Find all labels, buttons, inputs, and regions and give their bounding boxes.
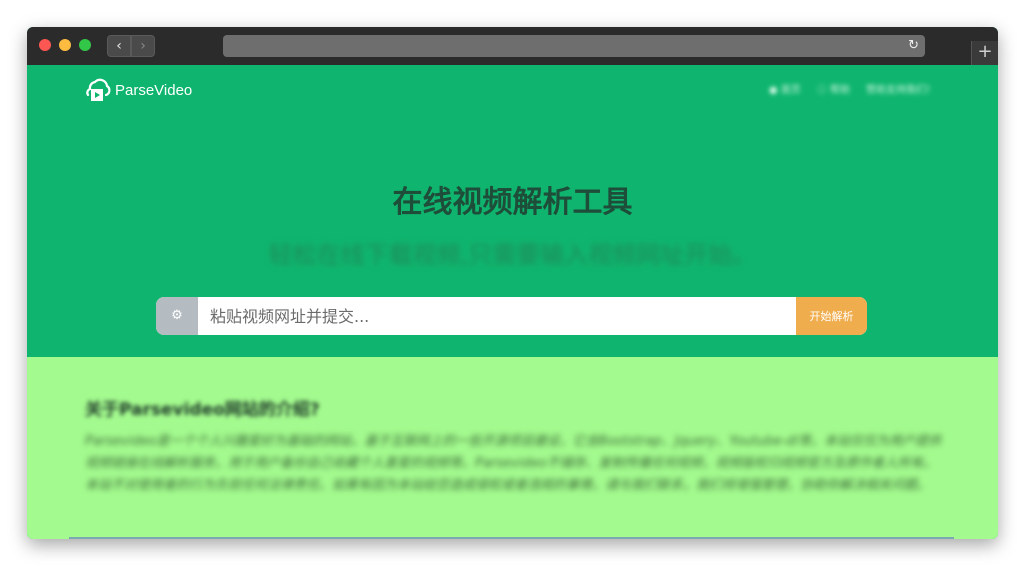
page-title: 在线视频解析工具 bbox=[392, 185, 633, 220]
about-paragraph: Parsevideo是一个个人兴趣爱好为基础的网站，基于互联网上的一些开源项目建… bbox=[85, 434, 941, 493]
nav-item-donate[interactable]: 赞助支持我们！ bbox=[866, 81, 936, 96]
nav-item-home[interactable]: ● 首页 bbox=[769, 81, 801, 96]
search-addon: ⚙ bbox=[156, 297, 198, 335]
address-bar[interactable]: ↻ bbox=[223, 35, 925, 57]
url-search-bar: ⚙ 开始解析 bbox=[156, 297, 867, 335]
divider bbox=[69, 537, 954, 539]
minimize-window-button[interactable] bbox=[59, 39, 71, 51]
page-subtitle: 轻松在线下载视频,只需要输入视频网址开始。 bbox=[268, 241, 757, 269]
browser-window: ‹ › ↻ + ParseVideo ● 首页 ⓘ 帮助 赞助支持我们！ 在线视 bbox=[27, 27, 998, 539]
new-tab-button[interactable]: + bbox=[971, 41, 998, 65]
about-heading: 关于Parsevideo网站的介绍? bbox=[85, 400, 320, 420]
reload-icon[interactable]: ↻ bbox=[908, 35, 919, 57]
back-button[interactable]: ‹ bbox=[107, 35, 131, 57]
gears-icon: ⚙ bbox=[171, 308, 183, 323]
about-section: 关于Parsevideo网站的介绍? Parsevideo是一个个人兴趣爱好为基… bbox=[27, 357, 998, 539]
video-url-input[interactable] bbox=[198, 297, 796, 335]
forward-button[interactable]: › bbox=[131, 35, 155, 57]
cloud-video-logo-icon bbox=[86, 78, 111, 101]
plus-icon: + bbox=[977, 41, 993, 62]
nav-item-help[interactable]: ⓘ 帮助 bbox=[817, 81, 850, 96]
hero-section: ParseVideo ● 首页 ⓘ 帮助 赞助支持我们！ 在线视频解析工具 轻松… bbox=[27, 65, 998, 357]
browser-titlebar: ‹ › ↻ + bbox=[27, 27, 998, 66]
brand-name: ParseVideo bbox=[115, 81, 193, 99]
chevron-right-icon: › bbox=[140, 38, 146, 54]
start-parse-button[interactable]: 开始解析 bbox=[796, 297, 867, 335]
zoom-window-button[interactable] bbox=[79, 39, 91, 51]
chevron-left-icon: ‹ bbox=[116, 38, 122, 54]
top-navigation: ● 首页 ⓘ 帮助 赞助支持我们！ bbox=[769, 81, 936, 96]
close-window-button[interactable] bbox=[39, 39, 51, 51]
brand-link[interactable]: ParseVideo bbox=[83, 77, 192, 103]
